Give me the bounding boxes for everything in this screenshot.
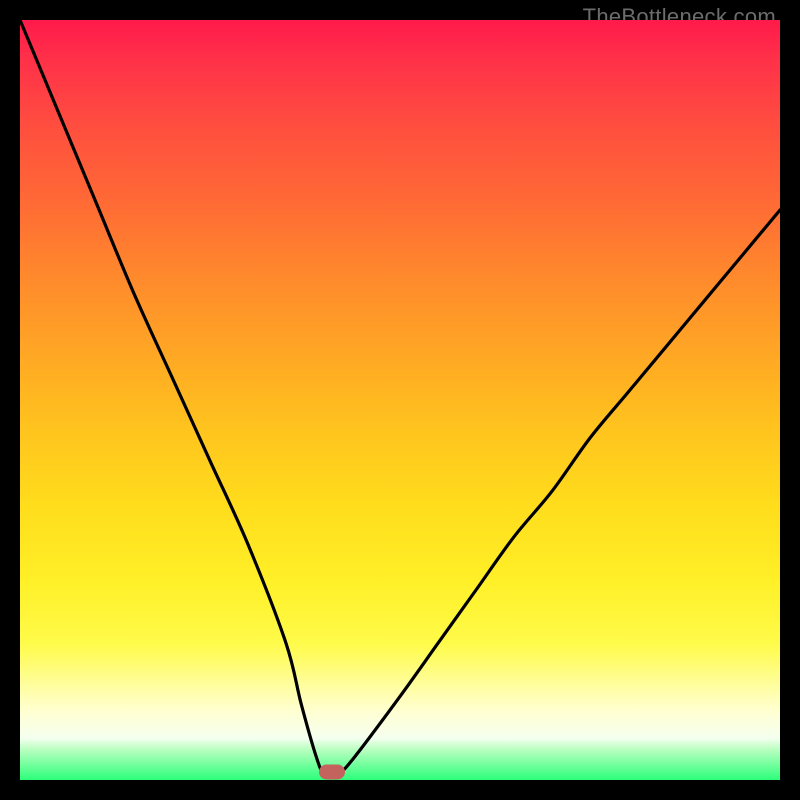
plot-area <box>20 20 780 780</box>
chart-frame: TheBottleneck.com <box>0 0 800 800</box>
bottleneck-curve <box>20 20 780 780</box>
optimal-marker <box>319 765 345 780</box>
